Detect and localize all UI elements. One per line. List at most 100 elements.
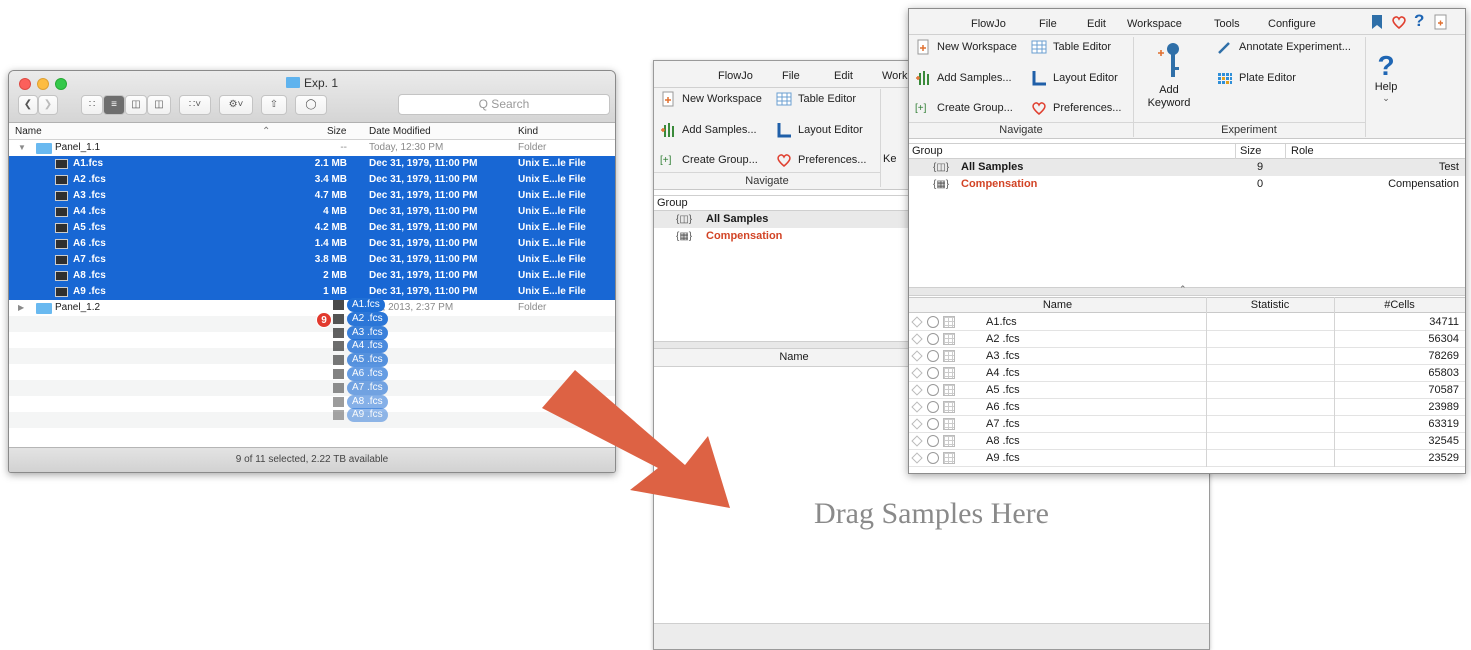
tab-edit[interactable]: Edit (1087, 18, 1106, 30)
layout-editor-button[interactable]: Layout Editor (776, 121, 863, 139)
layout-editor-button[interactable]: Layout Editor (1031, 69, 1118, 87)
tab-file[interactable]: File (782, 70, 800, 82)
add-samples-button[interactable]: Add Samples... (660, 121, 757, 139)
file-name: A2 .fcs (73, 174, 106, 185)
size-column-header[interactable]: Size (327, 126, 346, 137)
tab-workspace[interactable]: Workspace (1127, 18, 1182, 30)
group-column-header[interactable]: Group (657, 197, 688, 209)
kind-column-header[interactable]: Kind (518, 126, 538, 137)
file-row[interactable]: A7 .fcs 3.8 MB Dec 31, 1979, 11:00 PM Unix … (9, 252, 615, 268)
coverflow-view-button[interactable]: ◫ (147, 95, 171, 115)
file-icon (333, 382, 344, 393)
sample-row[interactable]: A5 .fcs 70587 (909, 382, 1465, 399)
folder-date: 2, 2013, 2:37 PM (377, 302, 454, 313)
arrange-button[interactable]: ∷˅ (179, 95, 211, 115)
group-row-all-samples[interactable]: {◫} All Samples 9 Test (909, 159, 1465, 176)
icon-view-button[interactable]: ∷ (81, 95, 103, 115)
file-icon (55, 207, 68, 217)
file-row[interactable]: A2 .fcs 3.4 MB Dec 31, 1979, 11:00 PM Unix … (9, 172, 615, 188)
name-column-header[interactable]: Name (909, 299, 1206, 311)
new-document-icon[interactable] (1434, 14, 1448, 30)
file-icon (55, 287, 68, 297)
create-group-button[interactable]: [+] Create Group... (915, 99, 1013, 117)
plate-editor-button[interactable]: Plate Editor (1217, 69, 1296, 87)
role-column-header[interactable]: Role (1291, 145, 1314, 157)
preferences-button[interactable]: Preferences... (1031, 99, 1121, 117)
tab-file[interactable]: File (1039, 18, 1057, 30)
tab-flowjo[interactable]: FlowJo (971, 18, 1006, 30)
sample-diamond-icon (911, 452, 923, 464)
heart-icon[interactable] (1391, 14, 1407, 30)
annotate-experiment-button[interactable]: Annotate Experiment... (1217, 38, 1351, 56)
sample-diamond-icon (911, 401, 923, 413)
tab-configure[interactable]: Configure (1268, 18, 1316, 30)
file-row[interactable]: A6 .fcs 1.4 MB Dec 31, 1979, 11:00 PM Unix … (9, 236, 615, 252)
search-field[interactable]: Q Search (398, 94, 610, 115)
back-button[interactable]: ❮ (18, 95, 38, 115)
column-view-button[interactable]: ◫ (125, 95, 147, 115)
ribbon: FlowJo File Edit Workspace Tools Configu… (909, 9, 1465, 139)
folder-row-panel-1-1[interactable]: ▼ Panel_1.1 -- Today, 12:30 PM Folder (9, 140, 615, 156)
table-editor-button[interactable]: Table Editor (1031, 38, 1111, 56)
help-button[interactable]: ? Help ⌄ (1367, 51, 1405, 104)
action-gear-button[interactable]: ⚙˅ (219, 95, 253, 115)
tab-edit[interactable]: Edit (834, 70, 853, 82)
name-column-header[interactable]: Name (15, 126, 42, 137)
list-view-button[interactable]: ≡ (103, 95, 125, 115)
file-row[interactable]: A3 .fcs 4.7 MB Dec 31, 1979, 11:00 PM Unix … (9, 188, 615, 204)
file-name: A7 .fcs (73, 254, 106, 265)
plate-grid-icon (1218, 73, 1232, 84)
add-keyword-label: Add Keyword (1147, 84, 1191, 109)
sample-circle-icon (927, 452, 939, 464)
tags-button[interactable]: ◯ (295, 95, 327, 115)
pane-splitter[interactable]: ⌃ (909, 284, 1465, 296)
size-column-header[interactable]: Size (1240, 145, 1261, 157)
add-keyword-button[interactable]: Add Keyword (1139, 41, 1199, 125)
sample-row[interactable]: A8 .fcs 32545 (909, 433, 1465, 450)
new-workspace-button[interactable]: New Workspace (915, 38, 1017, 56)
preferences-button[interactable]: Preferences... (776, 151, 866, 169)
forward-button[interactable]: ❯ (38, 95, 58, 115)
date-column-header[interactable]: Date Modified (369, 126, 431, 137)
folder-date: Today, 12:30 PM (369, 142, 444, 153)
share-button[interactable]: ⇧ (261, 95, 287, 115)
file-name: A3 .fcs (73, 190, 106, 201)
file-row[interactable]: A9 .fcs 1 MB Dec 31, 1979, 11:00 PM Unix E.… (9, 284, 615, 300)
group-row-compensation[interactable]: {▦} Compensation 0 Compensation (909, 176, 1465, 193)
table-editor-label: Table Editor (1053, 41, 1112, 53)
tab-tools[interactable]: Tools (1214, 18, 1240, 30)
group-role: Test (1438, 161, 1459, 173)
help-question-icon[interactable]: ? (1414, 11, 1424, 31)
file-row[interactable]: A1.fcs 2.1 MB Dec 31, 1979, 11:00 PM Unix E… (9, 156, 615, 172)
sample-row[interactable]: A2 .fcs 56304 (909, 331, 1465, 348)
folder-row-panel-1-2[interactable]: ▶ Panel_1.2 2, 2013, 2:37 PM Folder (9, 300, 615, 316)
file-size: 4 MB (323, 206, 347, 217)
file-row[interactable]: A4 .fcs 4 MB Dec 31, 1979, 11:00 PM Unix E.… (9, 204, 615, 220)
sample-grid-icon (943, 435, 955, 447)
file-row[interactable]: A5 .fcs 4.2 MB Dec 31, 1979, 11:00 PM Unix … (9, 220, 615, 236)
bookmark-icon[interactable] (1370, 14, 1384, 30)
statistic-column-header[interactable]: Statistic (1206, 299, 1334, 311)
tab-workspace[interactable]: Work (882, 70, 907, 82)
file-size: 1 MB (323, 286, 347, 297)
sample-row[interactable]: A9 .fcs 23529 (909, 450, 1465, 467)
tab-flowjo[interactable]: FlowJo (718, 70, 753, 82)
sample-row[interactable]: A4 .fcs 65803 (909, 365, 1465, 382)
create-group-button[interactable]: [+] Create Group... (660, 151, 758, 169)
file-row[interactable]: A8 .fcs 2 MB Dec 31, 1979, 11:00 PM Unix E.… (9, 268, 615, 284)
group-column-header[interactable]: Group (912, 145, 943, 157)
add-samples-button[interactable]: Add Samples... (915, 69, 1012, 87)
new-workspace-button[interactable]: New Workspace (660, 90, 762, 108)
sample-row[interactable]: A6 .fcs 23989 (909, 399, 1465, 416)
table-editor-button[interactable]: Table Editor (776, 90, 856, 108)
sample-row[interactable]: A7 .fcs 63319 (909, 416, 1465, 433)
file-size: 4.7 MB (314, 190, 347, 201)
group-table-header: Group Size Role (909, 143, 1465, 160)
disclosure-triangle-icon[interactable]: ▼ (18, 140, 26, 156)
sample-row[interactable]: A3 .fcs 78269 (909, 348, 1465, 365)
file-icon (55, 191, 68, 201)
cells-column-header[interactable]: #Cells (1334, 299, 1465, 311)
disclosure-triangle-icon[interactable]: ▶ (18, 300, 24, 316)
sample-row[interactable]: A1.fcs 34711 (909, 314, 1465, 331)
sample-grid-icon (943, 401, 955, 413)
